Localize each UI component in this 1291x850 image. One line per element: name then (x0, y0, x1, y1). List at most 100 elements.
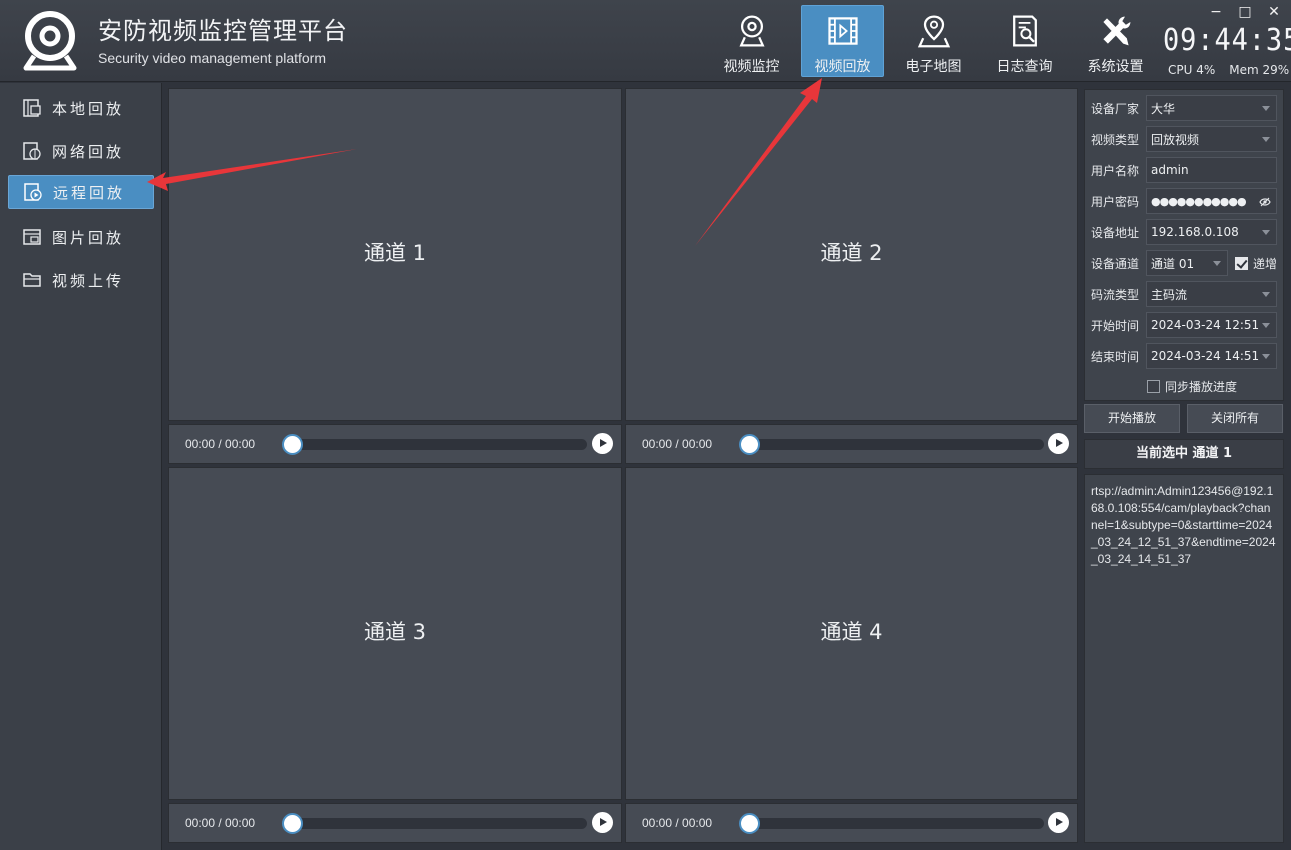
progress-slider-handle[interactable] (282, 813, 303, 834)
password-input[interactable]: ●●●●●●●●●●● (1146, 188, 1277, 214)
field-label: 视频类型 (1091, 132, 1140, 147)
channel-label: 通道 3 (363, 619, 427, 644)
field-label: 设备厂家 (1091, 101, 1140, 116)
nav-electronic-map[interactable]: 电子地图 (892, 5, 975, 77)
nav-log-query[interactable]: 日志查询 (983, 5, 1066, 77)
sidebar-item-label: 网络回放 (52, 142, 125, 161)
chevron-down-icon (1262, 354, 1270, 359)
form-row-vendor: 设备厂家 大华 (1091, 95, 1277, 121)
username-input[interactable]: admin (1146, 157, 1277, 183)
nav-system-settings[interactable]: 系统设置 (1074, 5, 1157, 77)
playback-time: 00:00 / 00:00 (642, 437, 713, 451)
start-playback-button[interactable]: 开始播放 (1084, 404, 1180, 433)
progress-track[interactable] (283, 818, 587, 829)
log-search-icon (1012, 15, 1037, 47)
progress-track[interactable] (740, 439, 1044, 450)
play-button[interactable] (1048, 433, 1069, 454)
video-panel-channel-3[interactable]: 通道 3 (168, 467, 622, 800)
video-type-value: 回放视频 (1151, 132, 1200, 147)
form-row-address: 设备地址 192.168.0.108 (1091, 219, 1277, 245)
playback-controls-channel-1: 00:00 / 00:00 (168, 424, 622, 464)
sidebar-item-image-playback[interactable]: 图片回放 (8, 220, 154, 254)
nav-video-monitor[interactable]: 视频监控 (710, 5, 793, 77)
video-panel-channel-2[interactable]: 通道 2 (625, 88, 1078, 421)
chevron-down-icon (1262, 137, 1270, 142)
image-playback-icon (23, 229, 41, 245)
rtsp-url-display: rtsp://admin:Admin123456@192.168.0.108:5… (1084, 474, 1284, 843)
address-select[interactable]: 192.168.0.108 (1146, 219, 1277, 245)
play-button[interactable] (592, 812, 613, 833)
field-label: 设备通道 (1091, 256, 1140, 271)
sidebar-item-network-playback[interactable]: 网络回放 (8, 134, 154, 168)
end-time-picker[interactable]: 2024-03-24 14:51 (1146, 343, 1277, 369)
channel-label: 通道 4 (820, 619, 883, 644)
address-value: 192.168.0.108 (1151, 225, 1239, 239)
sync-progress-checkbox[interactable] (1147, 379, 1160, 393)
play-button[interactable] (1048, 812, 1069, 833)
close-button[interactable]: ✕ (1265, 4, 1283, 20)
app-subtitle: Security video management platform (98, 50, 326, 66)
playback-time: 00:00 / 00:00 (642, 816, 713, 830)
chevron-down-icon (1262, 292, 1270, 297)
vendor-select[interactable]: 大华 (1146, 95, 1277, 121)
app-title: 安防视频监控管理平台 (98, 17, 348, 45)
sidebar-item-video-upload[interactable]: 视频上传 (8, 263, 154, 297)
form-row-password: 用户密码 ●●●●●●●●●●● (1091, 188, 1277, 214)
title-bar: 安防视频监控管理平台 Security video management pla… (0, 0, 1291, 82)
vendor-value: 大华 (1151, 101, 1176, 116)
stream-type-value: 主码流 (1151, 287, 1188, 302)
progress-slider-handle[interactable] (739, 434, 760, 455)
field-label: 结束时间 (1091, 349, 1140, 364)
form-row-username: 用户名称 admin (1091, 157, 1277, 183)
increment-label: 递增 (1253, 256, 1278, 271)
minimize-button[interactable]: − (1207, 4, 1225, 20)
channel-label: 通道 1 (363, 240, 427, 265)
sidebar-item-remote-playback[interactable]: 远程回放 (8, 175, 154, 209)
network-playback-icon (23, 142, 41, 160)
end-time-value: 2024-03-24 14:51 (1151, 349, 1260, 363)
form-row-stream-type: 码流类型 主码流 (1091, 281, 1277, 307)
progress-track[interactable] (283, 439, 587, 450)
channel-value: 通道 01 (1151, 256, 1195, 271)
playback-time: 00:00 / 00:00 (185, 437, 256, 451)
password-value: ●●●●●●●●●●● (1151, 194, 1247, 208)
film-icon (827, 17, 858, 45)
tools-icon (1102, 16, 1130, 46)
stream-type-select[interactable]: 主码流 (1146, 281, 1277, 307)
maximize-button[interactable]: □ (1236, 4, 1254, 20)
nav-video-playback[interactable]: 视频回放 (801, 5, 884, 77)
field-label: 码流类型 (1091, 287, 1140, 302)
play-button[interactable] (592, 433, 613, 454)
nav-label: 系统设置 (1087, 59, 1144, 75)
increment-checkbox[interactable] (1235, 256, 1248, 270)
progress-slider-handle[interactable] (739, 813, 760, 834)
playback-controls-channel-2: 00:00 / 00:00 (625, 424, 1078, 464)
sidebar-item-label: 视频上传 (52, 271, 125, 290)
channel-select[interactable]: 通道 01 (1146, 250, 1228, 276)
eye-icon[interactable] (1259, 197, 1271, 207)
field-label: 用户密码 (1091, 194, 1140, 209)
progress-slider-handle[interactable] (282, 434, 303, 455)
video-type-select[interactable]: 回放视频 (1146, 126, 1277, 152)
system-stats: CPU 4% Mem 29% (1168, 63, 1289, 77)
chevron-down-icon (1213, 261, 1221, 266)
device-settings-form: 设备厂家 大华 视频类型 回放视频 用户名称 admin 用户密码 ●●●●●●… (1084, 89, 1284, 401)
local-playback-icon (23, 99, 41, 117)
webcam-icon (738, 15, 765, 47)
sidebar-item-label: 本地回放 (52, 99, 125, 118)
start-time-picker[interactable]: 2024-03-24 12:51 (1146, 312, 1277, 338)
video-panel-channel-1[interactable]: 通道 1 (168, 88, 622, 421)
remote-playback-icon (24, 183, 42, 201)
nav-label: 电子地图 (905, 59, 962, 75)
map-pin-icon (917, 15, 950, 48)
clock-display: 09:44:35 (1163, 23, 1291, 58)
progress-track[interactable] (740, 818, 1044, 829)
close-all-button[interactable]: 关闭所有 (1187, 404, 1283, 433)
video-panel-channel-4[interactable]: 通道 4 (625, 467, 1078, 800)
sidebar: 本地回放 网络回放 远程回放 图片回放 视频上传 (0, 83, 162, 850)
chevron-down-icon (1262, 323, 1270, 328)
field-label: 开始时间 (1091, 318, 1140, 333)
playback-controls-channel-3: 00:00 / 00:00 (168, 803, 622, 843)
sidebar-item-local-playback[interactable]: 本地回放 (8, 91, 154, 125)
current-selection-label: 当前选中 通道 1 (1084, 439, 1284, 469)
